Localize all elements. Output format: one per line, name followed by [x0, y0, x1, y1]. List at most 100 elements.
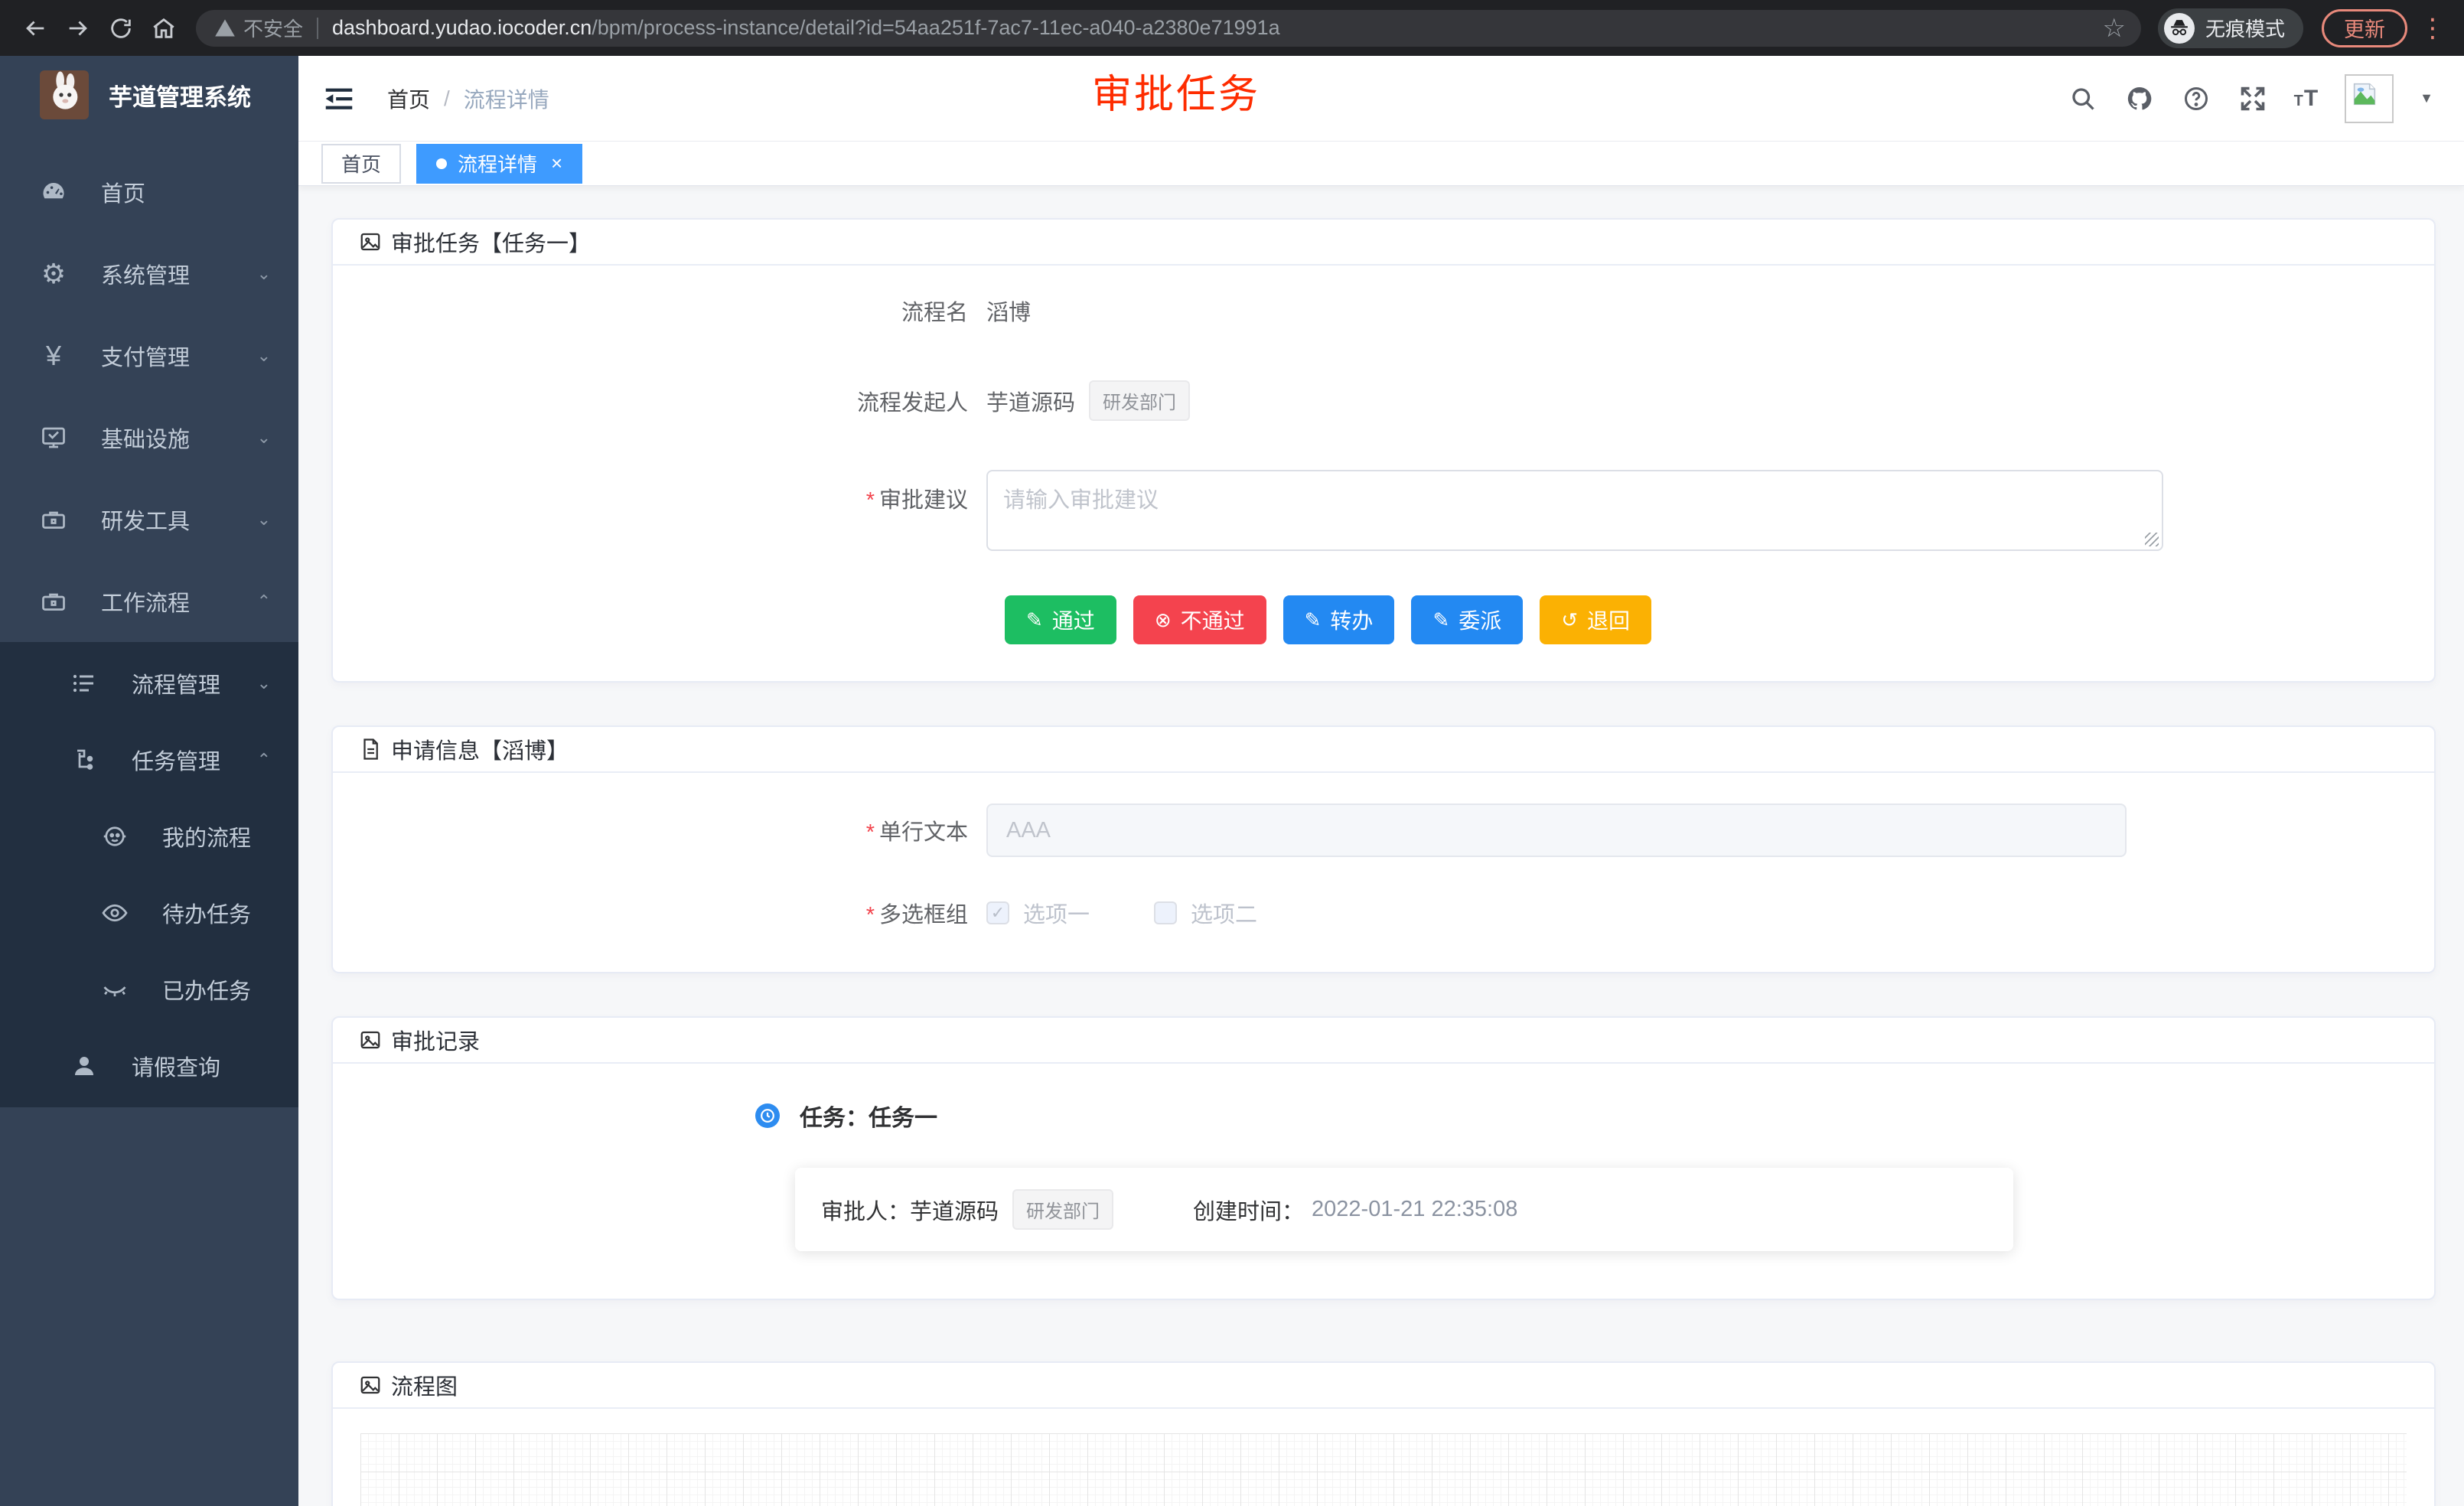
card-title: 流程图 [391, 1369, 458, 1401]
tab-label: 首页 [341, 149, 381, 178]
browser-forward-button[interactable] [57, 7, 99, 50]
checkbox-checked-icon: ✓ [986, 901, 1009, 924]
fullscreen-icon[interactable] [2237, 83, 2268, 114]
sidebar-item-done-tasks[interactable]: 已办任务 [0, 951, 298, 1028]
resize-grip[interactable] [2145, 533, 2159, 546]
text-field-label: *单行文本 [333, 814, 986, 846]
record-timeline: 任务：任务一 审批人： 芋道源码 研发部门 创建时间： 2022-01-21 2… [333, 1064, 2434, 1299]
browser-back-button[interactable] [14, 7, 57, 50]
created-time: 2022-01-21 22:35:08 [1312, 1197, 1517, 1222]
checkbox-group-label: *多选框组 [333, 897, 986, 929]
tab-process-detail[interactable]: 流程详情 × [416, 144, 582, 184]
incognito-label: 无痕模式 [2205, 14, 2285, 42]
home-icon [151, 15, 177, 41]
picture-icon [359, 230, 382, 253]
checkbox-option-1: ✓ 选项一 [986, 897, 1090, 929]
tab-active-dot [436, 158, 447, 169]
robot-icon [98, 823, 132, 850]
edit-icon: ✎ [1026, 610, 1043, 630]
sidebar-item-system[interactable]: ⚙ 系统管理 ⌄ [0, 233, 298, 315]
return-button[interactable]: ↺退回 [1540, 595, 1651, 644]
picture-icon [359, 1374, 382, 1397]
breadcrumb-home[interactable]: 首页 [387, 83, 430, 114]
chevron-down-icon: ⌄ [257, 346, 271, 366]
process-name-value: 滔博 [986, 295, 1031, 327]
process-name-label: 流程名 [333, 295, 986, 327]
app-logo[interactable]: 芋道管理系统 [0, 56, 298, 134]
chevron-down-icon: ⌄ [257, 673, 271, 693]
task-title: 任务：任务一 [800, 1099, 937, 1133]
url-bar[interactable]: 不安全 dashboard.yudao.iocoder.cn/bpm/proce… [196, 10, 2141, 47]
github-icon[interactable] [2124, 83, 2155, 114]
approval-task-card: 审批任务【任务一】 流程名 滔博 流程发起人 芋道源码 研发部门 [331, 218, 2436, 683]
sidebar-item-label: 研发工具 [101, 504, 190, 536]
sidebar-item-workflow[interactable]: 工作流程 ⌃ [0, 560, 298, 642]
sidebar-item-leave-query[interactable]: 请假查询 [0, 1028, 298, 1104]
process-diagram-card: 流程图 [331, 1361, 2436, 1506]
sidebar-item-label: 系统管理 [101, 258, 190, 290]
tab-close-icon[interactable]: × [551, 152, 562, 175]
search-icon[interactable] [2068, 83, 2098, 114]
bookmark-star-icon[interactable]: ☆ [2103, 13, 2126, 44]
checkbox-option-2: 选项二 [1154, 897, 1257, 929]
checkbox-label: 选项一 [1023, 897, 1090, 929]
sidebar-item-task-mgmt[interactable]: 任务管理 ⌃ [0, 722, 298, 798]
sidebar-item-label: 基础设施 [101, 422, 190, 454]
clock-icon [755, 1103, 780, 1128]
approve-button[interactable]: ✎通过 [1005, 595, 1116, 644]
sidebar-item-label: 流程管理 [132, 667, 220, 699]
chrome-update-button[interactable]: 更新 [2322, 9, 2407, 47]
breadcrumb-separator: / [444, 86, 450, 111]
tag-view-bar: 首页 流程详情 × [298, 142, 2464, 186]
sidebar-item-label: 首页 [101, 176, 145, 208]
help-icon[interactable] [2181, 83, 2211, 114]
checkbox-label: 选项二 [1191, 897, 1257, 929]
document-icon [359, 738, 382, 761]
sidebar-item-infra[interactable]: 基础设施 ⌄ [0, 396, 298, 478]
sidebar-fold-icon[interactable] [321, 81, 357, 116]
sidebar-item-home[interactable]: 首页 [0, 151, 298, 233]
delegate-button[interactable]: ✎委派 [1411, 595, 1523, 644]
sidebar-item-label: 支付管理 [101, 340, 190, 372]
card-header: 流程图 [333, 1363, 2434, 1409]
browser-home-button[interactable] [142, 7, 185, 50]
page-header: 首页 / 流程详情 审批任务 TT [298, 56, 2464, 142]
sidebar-item-devtools[interactable]: 研发工具 ⌄ [0, 478, 298, 560]
avatar[interactable] [2345, 74, 2394, 123]
card-header: 申请信息【滔博】 [333, 727, 2434, 773]
tab-home[interactable]: 首页 [321, 144, 401, 184]
transfer-button[interactable]: ✎转办 [1283, 595, 1395, 644]
security-warning-icon[interactable] [214, 18, 236, 39]
reject-button[interactable]: ⊗不通过 [1133, 595, 1266, 644]
text-field-row: *单行文本 [333, 804, 2434, 857]
chrome-menu-icon[interactable]: ⋮ [2420, 13, 2443, 44]
dashboard-icon [37, 178, 70, 206]
suggestion-textarea[interactable] [986, 470, 2163, 551]
chevron-down-icon: ⌄ [257, 510, 271, 530]
dept-tag: 研发部门 [1012, 1189, 1113, 1230]
font-size-icon[interactable]: TT [2294, 86, 2319, 112]
card-body [333, 1409, 2434, 1506]
sidebar-item-process-mgmt[interactable]: 流程管理 ⌄ [0, 645, 298, 722]
card-title: 审批任务【任务一】 [391, 226, 591, 258]
yen-icon: ¥ [37, 342, 70, 370]
sidebar-item-payment[interactable]: ¥ 支付管理 ⌄ [0, 315, 298, 396]
url-divider [317, 18, 318, 39]
list-icon [67, 670, 101, 697]
avatar-caret-icon[interactable]: ▼ [2420, 90, 2433, 106]
card-header: 审批记录 [333, 1018, 2434, 1064]
breadcrumb-current: 流程详情 [464, 83, 549, 114]
chevron-down-icon: ⌄ [257, 428, 271, 448]
browser-reload-button[interactable] [99, 7, 142, 50]
chevron-down-icon: ⌄ [257, 264, 271, 284]
url-path: /bpm/process-instance/detail?id=54aa251f… [592, 16, 1279, 39]
url-host: dashboard.yudao.iocoder.cn [332, 16, 592, 39]
bpmn-canvas [360, 1433, 2407, 1506]
sidebar-item-todo-tasks[interactable]: 待办任务 [0, 875, 298, 951]
security-label: 不安全 [243, 14, 303, 42]
sidebar-item-label: 工作流程 [101, 585, 190, 618]
apply-info-card: 申请信息【滔博】 *单行文本 *多选框组 ✓ 选项一 [331, 725, 2436, 973]
workflow-submenu: 流程管理 ⌄ 任务管理 ⌃ 我的流程 [0, 642, 298, 1107]
sidebar: 芋道管理系统 首页 ⚙ 系统管理 ⌄ ¥ 支付管理 ⌄ [0, 56, 298, 1506]
sidebar-item-my-process[interactable]: 我的流程 [0, 798, 298, 875]
